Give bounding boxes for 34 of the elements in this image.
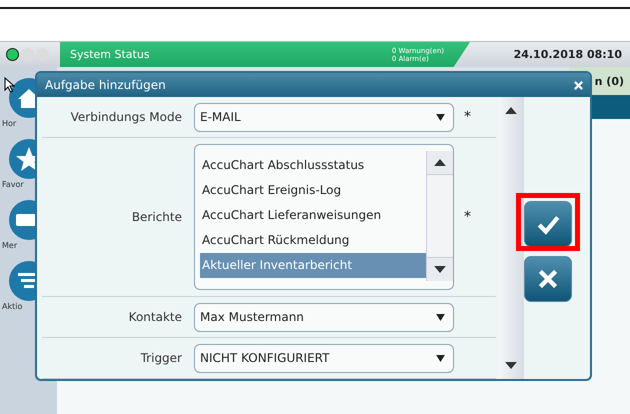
list-option[interactable]: AccuChart Abschlussstatus — [200, 153, 426, 178]
sidebar-label: Favor — [2, 180, 24, 189]
sidebar-label: Hor — [2, 119, 16, 128]
field-label: Verbindungs Mode — [70, 110, 183, 124]
field-label: Kontakte — [128, 310, 183, 324]
sidebar-label: Mer — [2, 241, 18, 250]
pointer-icon — [4, 77, 16, 93]
required-mark: * — [463, 109, 472, 125]
list-option[interactable]: AccuChart Rückmeldung — [200, 228, 426, 253]
caret-icon — [436, 114, 445, 120]
cancel-button[interactable] — [524, 256, 572, 302]
field-label: Trigger — [140, 351, 183, 365]
sidebar-label: Aktio — [2, 302, 22, 311]
confirm-button[interactable] — [524, 201, 572, 247]
field-label: Berichte — [130, 210, 183, 224]
scroll-up-icon[interactable] — [505, 107, 518, 114]
dropdown[interactable]: E-MAIL — [194, 102, 454, 132]
status-title: System Status — [70, 48, 150, 61]
list-option[interactable]: AccuChart Lieferanweisungen — [200, 203, 426, 228]
scroll-down-icon[interactable] — [505, 362, 518, 369]
dialog-title: Aufgabe hinzufügen — [45, 78, 166, 92]
scroll-down-icon[interactable] — [434, 266, 446, 273]
scroll-up-icon[interactable] — [434, 159, 446, 166]
caret-icon — [436, 314, 445, 320]
close-icon[interactable] — [573, 80, 584, 90]
list-box[interactable]: AccuChart Abschlussstatus AccuChart Ereignis-Log AccuChart Lieferanweisungen AccuChart Rückmeldung Aktueller Inventarbericht — [194, 144, 454, 290]
caret-icon — [436, 354, 445, 362]
scrollbar[interactable] — [426, 151, 453, 281]
date-time: 24.10.2018 08:10 — [514, 48, 623, 61]
dropdown[interactable]: Max Mustermann — [194, 302, 454, 332]
list-option[interactable]: AccuChart Ereignis-Log — [200, 178, 426, 203]
dropdown[interactable]: NICHT KONFIGURIERT — [194, 344, 454, 372]
scrollbar[interactable] — [498, 97, 524, 379]
required-mark: * — [463, 209, 472, 225]
